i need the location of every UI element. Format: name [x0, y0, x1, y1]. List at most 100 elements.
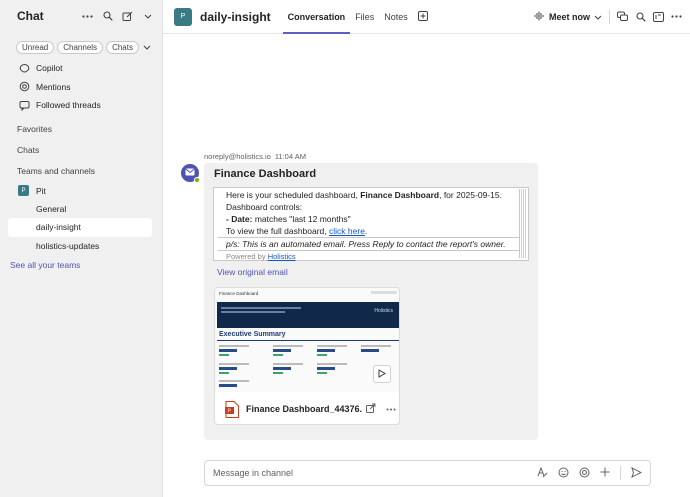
copilot-icon — [18, 63, 30, 74]
more-options-icon[interactable] — [386, 403, 396, 415]
powered-by: Powered by Holistics — [226, 252, 296, 261]
channel-avatar: P — [174, 7, 192, 26]
sidebar-title: Chat — [17, 9, 44, 23]
email-line: - Date: matches "last 12 months" — [226, 214, 351, 224]
meet-now-label: Meet now — [548, 11, 590, 22]
preview-kpi — [361, 345, 399, 359]
preview-kpi — [273, 345, 313, 359]
share-icon[interactable] — [366, 403, 376, 415]
search-icon[interactable] — [102, 11, 113, 22]
channel-holistics-updates[interactable]: holistics-updates — [8, 237, 152, 256]
sidebar-item-label: Followed threads — [36, 100, 101, 111]
sidebar-item-label: Mentions — [36, 81, 71, 92]
team-avatar: P — [18, 185, 29, 196]
preview-title: Finance Dashboard — [219, 291, 259, 296]
sidebar-item-label: Copilot — [36, 63, 63, 74]
section-chats[interactable]: Chats — [0, 140, 162, 161]
preview-kpi — [317, 345, 357, 359]
email-body: Here is your scheduled dashboard, Financ… — [213, 187, 529, 261]
compose-divider — [620, 466, 621, 480]
sender-avatar[interactable] — [181, 164, 200, 183]
meet-now-button[interactable]: Meet now — [534, 11, 602, 23]
tab-notes[interactable]: Notes — [379, 0, 413, 34]
message-sender[interactable]: noreply@holistics.io — [204, 152, 271, 161]
envelope-icon — [185, 168, 195, 178]
play-icon — [378, 368, 386, 380]
more-options-icon[interactable] — [671, 11, 682, 22]
send-icon[interactable] — [631, 466, 643, 480]
compose-placeholder[interactable]: Message in channel — [205, 468, 537, 478]
attachment-preview[interactable]: Finance Dashboard Holistics Executive Su… — [215, 288, 399, 392]
search-icon[interactable] — [635, 11, 646, 22]
attachment-footer: P Finance Dashboard_44376... — [215, 392, 399, 424]
dashboard-link[interactable]: click here — [329, 226, 365, 236]
filter-bar: Unread Channels Chats — [0, 32, 162, 56]
channel-info-icon[interactable] — [653, 11, 664, 22]
message-title: Finance Dashboard — [214, 168, 317, 180]
new-chat-icon[interactable] — [122, 11, 133, 22]
channel-tabs: Conversation Files Notes — [282, 0, 433, 34]
sidebar-item-mentions[interactable]: Mentions — [0, 78, 162, 97]
chat-bubbles-icon[interactable] — [617, 11, 628, 22]
tab-files[interactable]: Files — [350, 0, 379, 34]
at-icon — [18, 81, 30, 92]
preview-kpi — [219, 345, 259, 359]
section-teams[interactable]: Teams and channels — [0, 161, 162, 182]
email-border — [525, 189, 526, 258]
section-favorites[interactable]: Favorites — [0, 119, 162, 140]
chevron-down-icon[interactable] — [594, 12, 602, 22]
attachment-file-name[interactable]: Finance Dashboard_44376... — [246, 404, 362, 414]
preview-placeholder — [371, 291, 397, 294]
presence-indicator — [194, 177, 200, 183]
add-tab-button[interactable] — [413, 0, 433, 34]
channel-daily-insight[interactable]: daily-insight — [8, 218, 152, 237]
email-line: To view the full dashboard, click here. — [226, 226, 368, 236]
email-border — [523, 189, 524, 258]
tab-conversation[interactable]: Conversation — [282, 0, 351, 34]
preview-logo: Holistics — [374, 308, 393, 314]
channel-header: P daily-insight Conversation Files Notes… — [163, 0, 690, 34]
sidebar-header: Chat — [0, 0, 162, 32]
thread-icon — [18, 100, 30, 111]
chevron-down-icon[interactable] — [142, 11, 153, 22]
preview-divider — [217, 340, 399, 341]
presentation-file-icon: P — [225, 400, 239, 418]
emoji-icon[interactable] — [558, 467, 569, 480]
format-icon[interactable] — [537, 466, 548, 480]
see-all-teams-link[interactable]: See all your teams — [0, 255, 162, 275]
holistics-link[interactable]: Holistics — [268, 252, 296, 261]
message-bubble: Finance Dashboard Here is your scheduled… — [204, 163, 538, 440]
view-original-email-link[interactable]: View original email — [217, 267, 288, 277]
audio-wave-icon — [534, 11, 545, 23]
filter-expand-icon[interactable] — [142, 42, 152, 53]
preview-heading: Executive Summary — [219, 331, 286, 338]
email-footnote: p/s: This is an automated email. Press R… — [218, 237, 519, 251]
preview-kpi — [317, 363, 357, 377]
play-button[interactable] — [373, 365, 391, 383]
loop-component-icon[interactable] — [579, 467, 590, 480]
sidebar-item-followed-threads[interactable]: Followed threads — [0, 96, 162, 115]
filter-chats[interactable]: Chats — [106, 40, 139, 54]
preview-kpi — [273, 363, 313, 377]
email-line: Dashboard controls: — [226, 202, 303, 212]
left-sidebar: Chat Unread Channels Chats Copilot Menti… — [0, 0, 163, 497]
message-meta: noreply@holistics.io 11:04 AM — [204, 152, 306, 161]
preview-banner: Holistics — [217, 302, 399, 328]
message-time: 11:04 AM — [274, 152, 306, 161]
preview-kpi — [219, 363, 259, 377]
filter-unread[interactable]: Unread — [16, 40, 55, 54]
add-tab-icon — [417, 10, 428, 23]
filter-channels[interactable]: Channels — [57, 40, 104, 54]
channel-title: daily-insight — [200, 9, 271, 24]
team-pit[interactable]: P Pit — [0, 182, 162, 200]
team-name: Pit — [36, 185, 46, 196]
sidebar-item-copilot[interactable]: Copilot — [0, 59, 162, 78]
header-divider — [609, 9, 610, 24]
channel-general[interactable]: General — [8, 200, 152, 219]
message-compose-box[interactable]: Message in channel — [204, 460, 651, 486]
more-options-icon[interactable] — [82, 11, 93, 22]
attachment-card[interactable]: Finance Dashboard Holistics Executive Su… — [214, 287, 400, 425]
email-line: Here is your scheduled dashboard, Financ… — [226, 190, 502, 200]
add-icon[interactable] — [600, 467, 610, 479]
email-border — [521, 189, 522, 258]
